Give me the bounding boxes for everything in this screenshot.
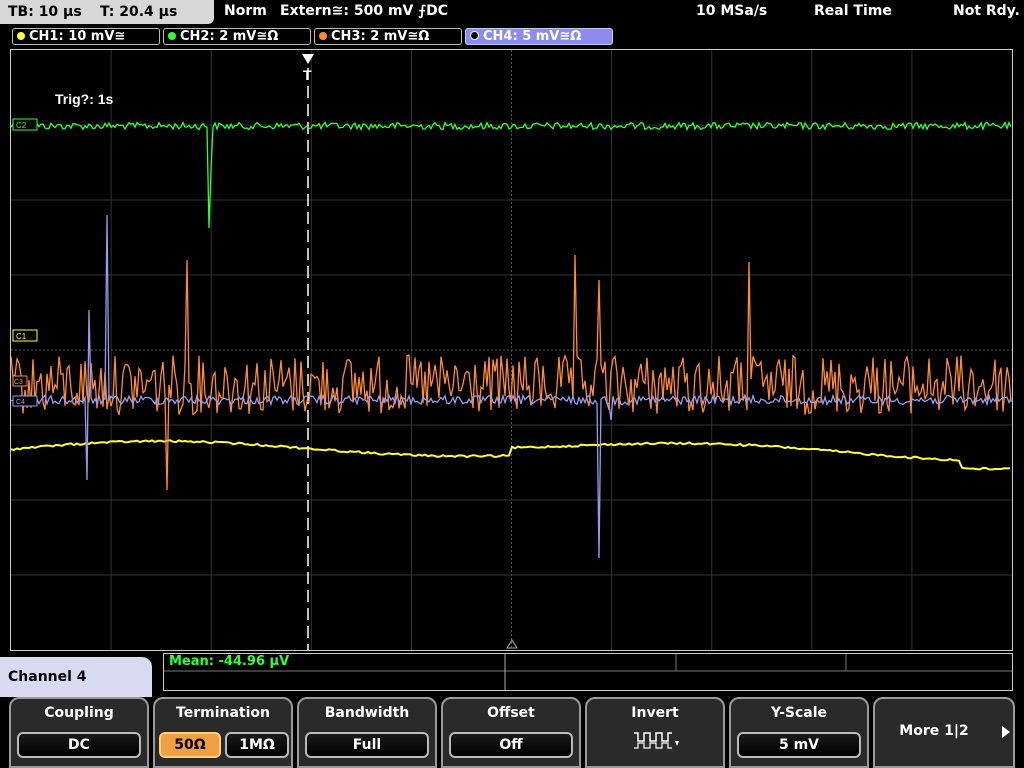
svg-text:C4: C4 [16,399,25,406]
trigger-info: Trig?: 1s [55,91,114,107]
next-page-arrow-icon [1002,726,1010,738]
coupling-title: Coupling [44,705,114,721]
yscale-softkey[interactable]: Y-Scale 5 mV [729,697,869,768]
ch3-label: CH3: 2 mV≅Ω [331,29,430,44]
ch4-offset-marker[interactable]: C4 [12,395,38,407]
trigger-time-readout: T: 20.4 µs [100,4,178,20]
trigger-mode[interactable]: Norm [224,3,267,19]
svg-text:C3: C3 [14,379,23,386]
invert-title: Invert [631,705,679,721]
trigger-source[interactable]: Extern≅: 500 mV ⨍DC [280,3,448,19]
mean-readout: Mean: -44.96 µV [169,654,290,669]
waveform-display[interactable]: T Trig?: 1s C2 C1 C3 C4 [10,49,1013,651]
ch3-offset-marker[interactable]: C3 [12,375,28,387]
ch4-dot-icon [470,31,479,40]
offset-value[interactable]: Off [449,732,573,758]
bandwidth-softkey[interactable]: Bandwidth Full [297,697,437,768]
menu-title: Channel 4 [8,669,87,685]
tab-ch3[interactable]: CH3: 2 mV≅Ω [314,28,462,45]
termination-50-option[interactable]: 50Ω [159,732,221,758]
measurement-panel[interactable] [163,653,1013,691]
bandwidth-title: Bandwidth [324,705,410,721]
yscale-value[interactable]: 5 mV [737,732,861,758]
acquisition-mode: Real Time [814,3,892,19]
termination-title: Termination [176,705,270,721]
yscale-title: Y-Scale [770,705,827,721]
ch1-offset-marker[interactable]: C1 [12,329,38,342]
grid [11,50,1012,650]
timebase-readout: TB: 10 µs [8,4,82,20]
measurement-grid [164,654,1012,690]
trigger-marker: T [303,67,312,83]
coupling-value[interactable]: DC [17,732,141,758]
timebase-box[interactable]: TB: 10 µs T: 20.4 µs [0,0,214,24]
ch3-dot-icon [319,32,327,40]
ch1-dot-icon [17,32,25,40]
waveform-ch1 [11,439,1011,471]
more-softkey[interactable]: More 1|2 [873,697,1015,768]
trigger-arrow-icon [302,54,314,64]
svg-text:C1: C1 [16,332,27,341]
coupling-softkey[interactable]: Coupling DC [9,697,149,768]
ch1-label: CH1: 10 mV≅ [29,29,126,44]
invert-softkey[interactable]: Invert [585,697,725,768]
bandwidth-value[interactable]: Full [305,732,429,758]
svg-text:C2: C2 [16,121,27,130]
termination-softkey[interactable]: Termination 50Ω 1MΩ [153,697,293,768]
trigger-status-row: Norm Extern≅: 500 mV ⨍DC 10 MSa/s Real T… [214,0,1024,24]
ch2-label: CH2: 2 mV≅Ω [180,29,279,44]
waveform-svg: T Trig?: 1s C2 C1 C3 C4 [11,50,1012,650]
tab-ch1[interactable]: CH1: 10 mV≅ [12,28,160,45]
more-title: More 1|2 [899,723,969,739]
tab-ch4[interactable]: CH4: 5 mV≅Ω [465,28,613,45]
ch4-label: CH4: 5 mV≅Ω [483,29,582,44]
menu-title-box: Channel 4 [0,657,152,697]
ch2-offset-marker[interactable]: C2 [12,118,38,131]
ch2-dot-icon [168,32,176,40]
tab-ch2[interactable]: CH2: 2 mV≅Ω [163,28,311,45]
invert-wave-icon [634,732,679,749]
offset-title: Offset [487,705,535,721]
termination-1m-option[interactable]: 1MΩ [225,732,289,758]
acquisition-status: Not Rdy. [953,3,1020,19]
sample-rate: 10 MSa/s [696,3,768,19]
offset-softkey[interactable]: Offset Off [441,697,581,768]
